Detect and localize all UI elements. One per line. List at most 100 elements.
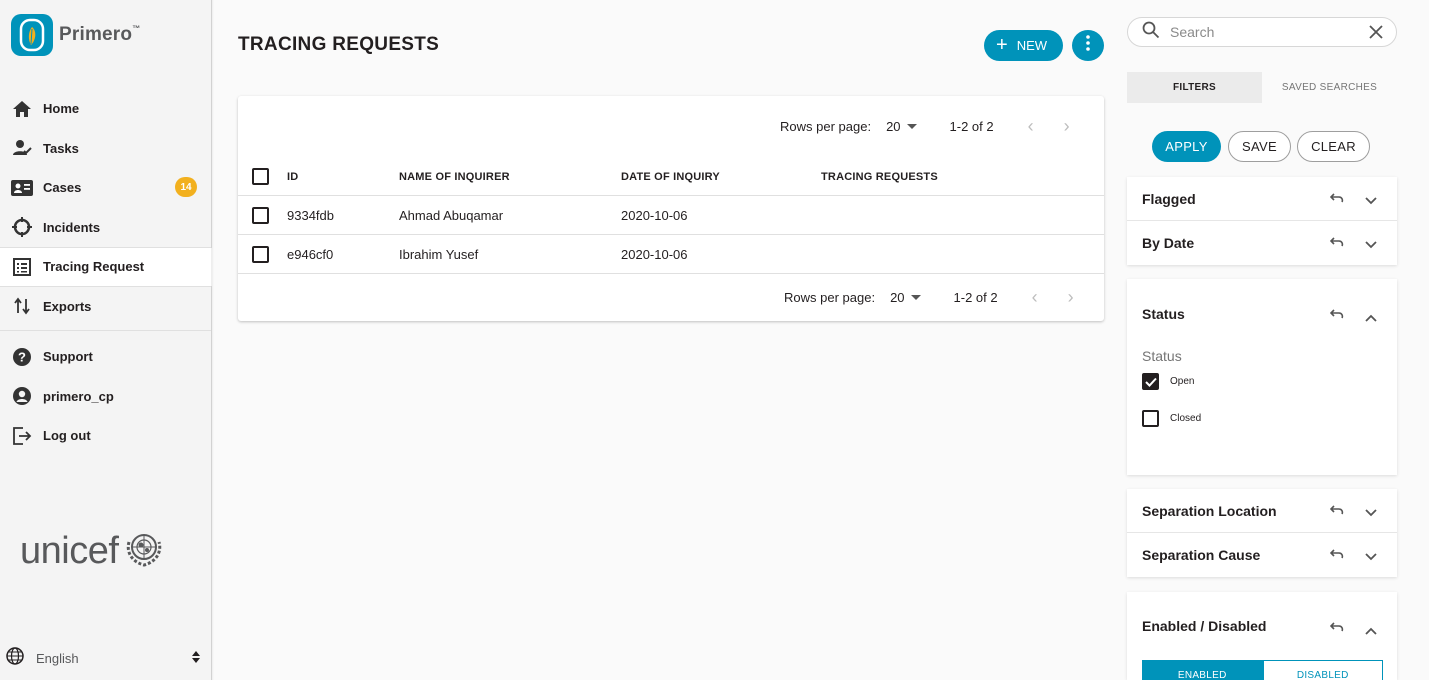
nav-item-tasks[interactable]: Tasks — [0, 129, 212, 169]
pagination-bottom: Rows per page: 20 1-2 of 2 ‹ › — [784, 287, 1074, 307]
toggle-enabled[interactable]: ENABLED — [1142, 660, 1263, 680]
row-checkbox[interactable] — [252, 207, 269, 224]
nav-item-label: Tracing Request — [43, 259, 145, 275]
filter-title: Separation Location — [1142, 502, 1277, 519]
status-option-open[interactable]: Open — [1142, 373, 1194, 390]
tab-filters[interactable]: FILTERS — [1127, 72, 1262, 103]
status-option-label: Closed — [1170, 413, 1202, 424]
column-header-name[interactable]: NAME OF INQUIRER — [399, 171, 510, 183]
pagination-top: Rows per page: 20 1-2 of 2 ‹ › — [780, 116, 1070, 136]
undo-icon[interactable] — [1329, 191, 1344, 207]
caret-down-icon[interactable] — [910, 294, 921, 300]
column-header-id[interactable]: ID — [287, 171, 298, 183]
status-option-closed[interactable]: Closed — [1142, 410, 1201, 427]
row-checkbox[interactable] — [252, 246, 269, 263]
chevron-left-icon[interactable]: ‹ — [1028, 116, 1034, 137]
checkbox-checked[interactable] — [1142, 373, 1159, 390]
status-sublabel: Status — [1142, 348, 1182, 364]
account-icon — [11, 385, 33, 407]
logout-icon — [11, 425, 33, 447]
nav-item-label: Log out — [43, 428, 91, 444]
chevron-up-icon[interactable] — [1365, 622, 1377, 638]
nav-item-exports[interactable]: Exports — [0, 287, 212, 327]
filter-status-header[interactable]: Status — [1127, 279, 1397, 349]
unicef-wordmark: unicef — [20, 530, 119, 572]
nav-item-label: Tasks — [43, 140, 79, 156]
language-label: English — [36, 650, 79, 666]
rows-per-page-label: Rows per page: — [780, 118, 872, 134]
nav-item-logout[interactable]: Log out — [0, 416, 212, 456]
unicef-logo: unicef — [20, 530, 164, 573]
save-button[interactable]: SAVE — [1228, 131, 1291, 162]
select-all-checkbox[interactable] — [252, 168, 269, 185]
filter-enabled-disabled-header[interactable]: Enabled / Disabled — [1127, 592, 1397, 660]
nav-item-tracing-request[interactable]: Tracing Request — [0, 247, 212, 287]
cell-id: e946cf0 — [287, 247, 334, 262]
filter-status: Status Status Open Closed — [1127, 279, 1397, 475]
exports-icon — [11, 295, 33, 317]
column-header-date[interactable]: DATE OF INQUIRY — [621, 171, 720, 183]
filter-separation-location[interactable]: Separation Location — [1127, 489, 1397, 533]
rows-per-page-select[interactable]: 20 — [890, 290, 904, 305]
undo-icon[interactable] — [1329, 620, 1344, 636]
undo-icon[interactable] — [1329, 547, 1344, 563]
new-button[interactable]: + NEW — [984, 30, 1063, 61]
nav-item-support[interactable]: ? Support — [0, 337, 212, 377]
table-header: ID NAME OF INQUIRER DATE OF INQUIRY TRAC… — [238, 156, 1104, 196]
nav-item-account[interactable]: primero_cp — [0, 377, 212, 417]
caret-down-icon[interactable] — [906, 123, 917, 129]
nav-item-incidents[interactable]: Incidents — [0, 208, 212, 248]
undo-icon[interactable] — [1329, 503, 1344, 519]
page-range: 1-2 of 2 — [949, 118, 994, 134]
chevron-right-icon[interactable]: › — [1064, 116, 1070, 137]
clear-button[interactable]: CLEAR — [1297, 131, 1370, 162]
checkbox-unchecked[interactable] — [1142, 410, 1159, 427]
svg-text:?: ? — [18, 349, 26, 364]
nav-item-label: Home — [43, 101, 80, 117]
nav-item-label: Cases — [43, 180, 82, 196]
column-header-tracing[interactable]: TRACING REQUESTS — [821, 171, 938, 183]
chevron-up-icon[interactable] — [1365, 309, 1377, 325]
nav-item-cases[interactable]: Cases 14 — [0, 168, 212, 208]
close-icon[interactable] — [1368, 24, 1384, 45]
nav-item-label: Support — [43, 349, 93, 365]
globe-icon — [6, 646, 24, 670]
filter-flagged[interactable]: Flagged — [1127, 177, 1397, 221]
tab-saved-searches[interactable]: SAVED SEARCHES — [1262, 72, 1397, 103]
apply-button[interactable]: APPLY — [1152, 131, 1221, 162]
tracing-request-icon — [11, 256, 33, 278]
more-actions-button[interactable] — [1072, 30, 1104, 61]
search-input[interactable] — [1170, 24, 1350, 40]
filter-separation-cause[interactable]: Separation Cause — [1127, 533, 1397, 577]
filter-title: Status — [1142, 306, 1185, 322]
nav-divider — [0, 330, 212, 331]
nav-item-label: Exports — [43, 298, 92, 314]
table-row[interactable]: 9334fdb Ahmad Abuqamar 2020-10-06 — [238, 196, 1104, 235]
language-selector[interactable]: English — [6, 646, 206, 670]
chevron-down-icon[interactable] — [1365, 236, 1377, 252]
brand-name: Primero™ — [59, 24, 141, 45]
nav-item-home[interactable]: Home — [0, 89, 212, 129]
enabled-disabled-toggle: ENABLED DISABLED — [1142, 660, 1383, 680]
undo-icon[interactable] — [1329, 235, 1344, 251]
rows-per-page-select[interactable]: 20 — [886, 119, 900, 134]
home-icon — [11, 98, 33, 120]
page-title: TRACING REQUESTS — [238, 34, 440, 55]
chevron-down-icon[interactable] — [1365, 192, 1377, 208]
sidebar: Primero™ Home Tasks Cases 14 Incidents T… — [0, 0, 214, 680]
tasks-icon — [11, 137, 33, 159]
nav-item-label: primero_cp — [43, 388, 114, 404]
tracing-requests-table: Rows per page: 20 1-2 of 2 ‹ › ID NAME O… — [238, 96, 1104, 321]
primero-logo[interactable]: Primero™ — [11, 14, 140, 56]
table-row[interactable]: e946cf0 Ibrahim Yusef 2020-10-06 — [238, 235, 1104, 274]
filter-group-flagged-date: Flagged By Date — [1127, 177, 1397, 265]
undo-icon[interactable] — [1329, 307, 1344, 323]
filter-title: Enabled / Disabled — [1142, 618, 1267, 634]
chevron-down-icon[interactable] — [1365, 548, 1377, 564]
toggle-disabled[interactable]: DISABLED — [1262, 660, 1383, 680]
chevron-right-icon[interactable]: › — [1068, 287, 1074, 308]
incidents-icon — [11, 216, 33, 238]
chevron-left-icon[interactable]: ‹ — [1032, 287, 1038, 308]
chevron-down-icon[interactable] — [1365, 504, 1377, 520]
filter-by-date[interactable]: By Date — [1127, 221, 1397, 265]
